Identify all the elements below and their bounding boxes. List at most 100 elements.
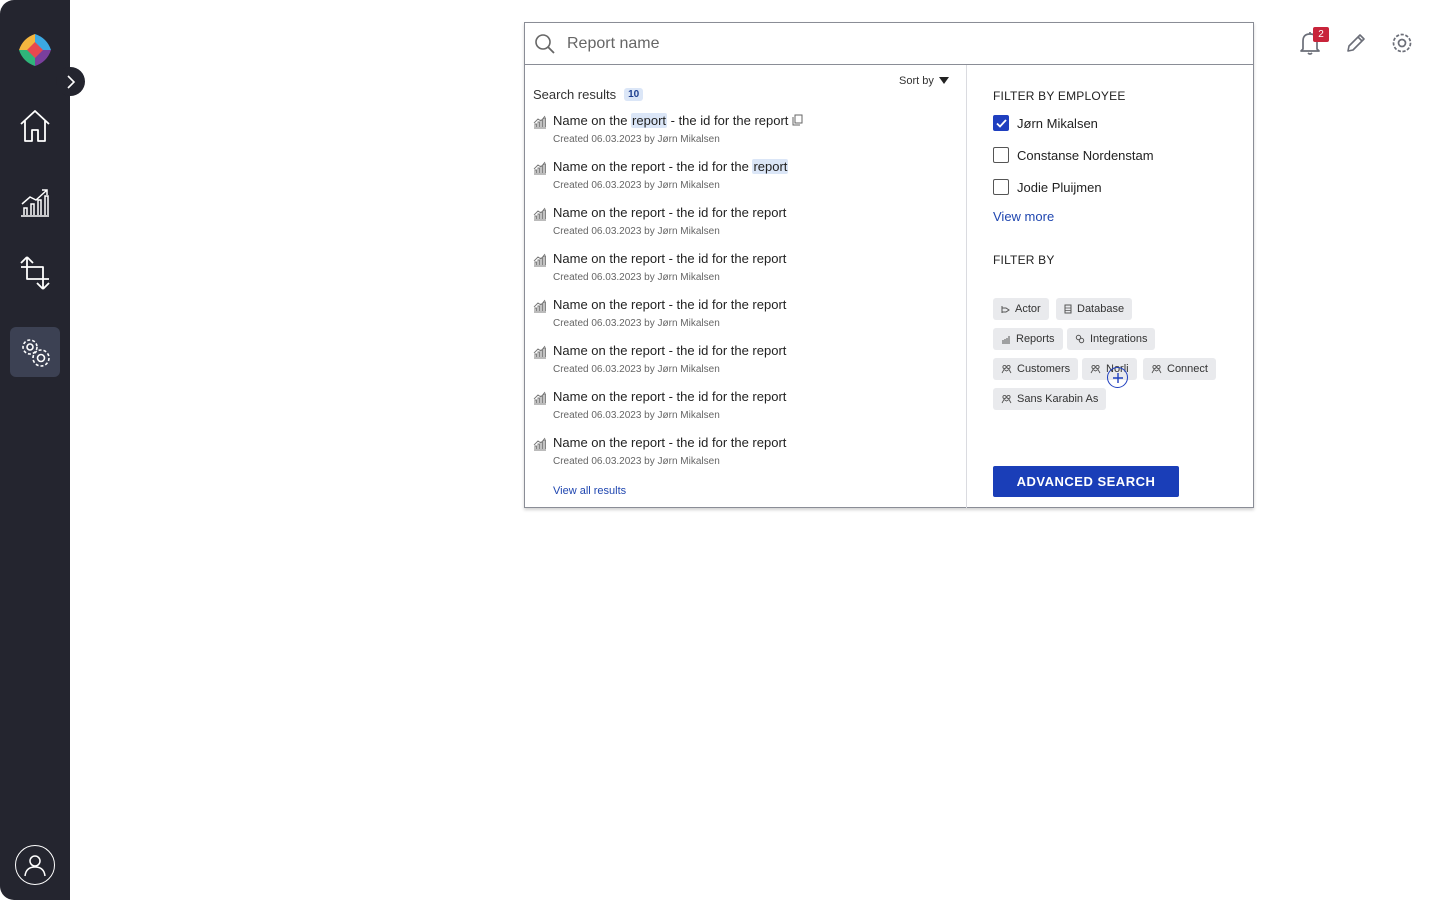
result-title-text: Name on the report - the id for the repo… <box>553 343 787 358</box>
copy-icon[interactable] <box>792 114 803 129</box>
nav-analytics[interactable] <box>10 177 60 227</box>
result-meta: Created 06.03.2023 by Jørn Mikalsen <box>553 456 720 467</box>
filter-chip-label: Actor <box>1015 303 1041 315</box>
integration-icon <box>1075 334 1085 344</box>
settings-button[interactable] <box>1389 30 1415 56</box>
edit-button[interactable] <box>1343 30 1369 56</box>
result-meta: Created 06.03.2023 by Jørn Mikalsen <box>553 410 720 421</box>
nav-transfers[interactable] <box>10 248 60 298</box>
result-meta: Created 06.03.2023 by Jørn Mikalsen <box>553 134 720 145</box>
view-all-results-link[interactable]: View all results <box>553 485 626 497</box>
search-term-highlight: report <box>631 113 668 128</box>
filter-chip-label: Database <box>1077 303 1125 315</box>
search-icon <box>535 33 555 54</box>
search-result-item[interactable]: Name on the report - the id for the repo… <box>533 113 953 153</box>
filter-chip-customers[interactable]: Customers <box>993 358 1079 380</box>
check-icon <box>995 118 1007 128</box>
transfer-arrows-icon <box>20 256 50 290</box>
filter-chip-database[interactable]: Database <box>1056 298 1133 320</box>
search-result-item[interactable]: Name on the report - the id for the repo… <box>533 159 953 199</box>
employee-checkbox[interactable] <box>993 115 1009 131</box>
result-title-text: Name on the report - the id for the repo… <box>553 205 787 220</box>
sort-by-label: Sort by <box>899 75 934 87</box>
search-panel: Sort by Search results 10 Name on the re… <box>524 22 1254 508</box>
gear-icon <box>1392 33 1412 53</box>
result-title: Name on the report - the id for the repo… <box>553 113 803 129</box>
result-title-text: Name on the report - the id for the <box>553 159 753 174</box>
search-result-item[interactable]: Name on the report - the id for the repo… <box>533 389 953 429</box>
results-header: Search results 10 <box>533 87 644 102</box>
filter-by-heading: FILTER BY <box>993 253 1055 267</box>
result-meta: Created 06.03.2023 by Jørn Mikalsen <box>553 272 720 283</box>
result-meta: Created 06.03.2023 by Jørn Mikalsen <box>553 180 720 191</box>
report-icon <box>533 253 547 272</box>
profile-button[interactable] <box>15 845 55 885</box>
employee-filter-option[interactable]: Jodie Pluijmen <box>993 179 1102 195</box>
employee-name: Jørn Mikalsen <box>1017 115 1098 131</box>
result-meta: Created 06.03.2023 by Jørn Mikalsen <box>553 364 720 375</box>
sidebar <box>0 0 85 900</box>
employee-filter-option[interactable]: Constanse Nordenstam <box>993 147 1154 163</box>
sort-by-dropdown[interactable]: Sort by <box>899 75 949 87</box>
report-icon <box>533 299 547 318</box>
filter-chip-label: Integrations <box>1090 333 1148 345</box>
filter-pane: FILTER BY EMPLOYEE Jørn Mikalsen Constans… <box>968 65 1253 508</box>
employee-name: Jodie Pluijmen <box>1017 179 1102 195</box>
app-logo[interactable] <box>17 32 53 68</box>
employee-filter-option[interactable]: Jørn Mikalsen <box>993 115 1098 131</box>
result-title-text: Name on the report - the id for the repo… <box>553 297 787 312</box>
customers-icon <box>1151 364 1162 374</box>
nav-home[interactable] <box>10 101 60 151</box>
result-title-text: Name on the report - the id for the repo… <box>553 435 787 450</box>
sidebar-collapse-button[interactable] <box>56 67 85 96</box>
plus-circle-icon <box>1112 372 1123 383</box>
nav-settings[interactable] <box>10 327 60 377</box>
filter-chip-actor[interactable]: Actor <box>993 298 1049 320</box>
database-icon <box>1064 304 1072 314</box>
chevron-right-icon <box>66 74 75 89</box>
filter-chip-reports[interactable]: Reports <box>993 328 1063 350</box>
search-result-item[interactable]: Name on the report - the id for the repo… <box>533 297 953 337</box>
result-title: Name on the report - the id for the repo… <box>553 251 786 266</box>
search-results-pane: Sort by Search results 10 Name on the re… <box>525 65 967 508</box>
customers-icon <box>1001 364 1012 374</box>
filter-chip-label: Reports <box>1016 333 1055 345</box>
report-icon <box>533 345 547 364</box>
filter-chip-integrations[interactable]: Integrations <box>1067 328 1156 350</box>
result-title: Name on the report - the id for the repo… <box>553 297 786 312</box>
search-term-highlight: report <box>752 159 789 174</box>
chart-growth-icon <box>21 189 49 217</box>
pencil-icon <box>1347 34 1365 52</box>
caret-down-icon <box>938 77 949 84</box>
customers-icon <box>1090 364 1101 374</box>
filter-by-employee-heading: FILTER BY EMPLOYEE <box>993 89 1126 103</box>
result-title-text: Name on the <box>553 113 632 128</box>
customers-icon <box>1001 394 1012 404</box>
search-result-item[interactable]: Name on the report - the id for the repo… <box>533 343 953 383</box>
advanced-search-button[interactable]: ADVANCED SEARCH <box>993 466 1179 497</box>
actor-icon <box>1001 305 1010 314</box>
results-label: Search results <box>533 87 617 102</box>
filter-chip-sans-karabin-as[interactable]: Sans Karabin As <box>993 388 1107 410</box>
search-result-item[interactable]: Name on the report - the id for the repo… <box>533 435 953 475</box>
report-icon <box>533 161 547 180</box>
view-more-employees-link[interactable]: View more <box>993 209 1054 224</box>
user-icon <box>24 855 46 877</box>
report-icon <box>533 207 547 226</box>
search-result-item[interactable]: Name on the report - the id for the repo… <box>533 205 953 245</box>
add-filter-button[interactable] <box>1107 367 1128 388</box>
result-title-text: Name on the report - the id for the repo… <box>553 389 787 404</box>
employee-checkbox[interactable] <box>993 147 1009 163</box>
result-title: Name on the report - the id for the repo… <box>553 435 786 450</box>
employee-checkbox[interactable] <box>993 179 1009 195</box>
gears-icon <box>22 339 50 367</box>
report-icon <box>533 391 547 410</box>
search-input[interactable] <box>567 34 1207 53</box>
filter-chip-connect[interactable]: Connect <box>1143 358 1216 380</box>
result-title-text: Name on the report - the id for the repo… <box>553 251 787 266</box>
filter-chip-label: Sans Karabin As <box>1017 393 1099 405</box>
search-result-item[interactable]: Name on the report - the id for the repo… <box>533 251 953 291</box>
result-title: Name on the report - the id for the repo… <box>553 389 786 404</box>
search-bar <box>525 23 1253 65</box>
filter-chip-label: Customers <box>1017 363 1071 375</box>
